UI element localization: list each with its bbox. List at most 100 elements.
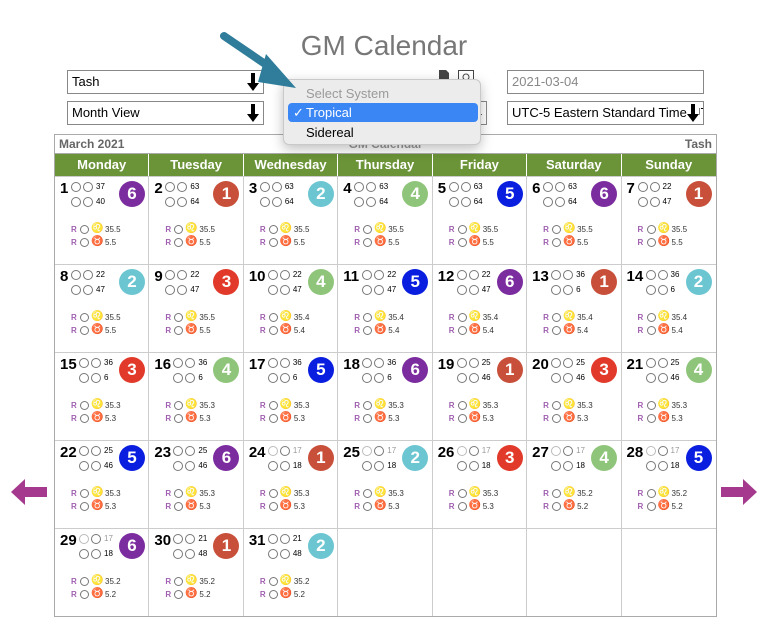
circle-icon <box>173 549 184 559</box>
circle-icon <box>80 414 89 423</box>
date-input[interactable]: 2021-03-04 <box>507 70 704 94</box>
calendar-week-row: 1 37 40 6 R ♌ 35.5 R ♉ 5.5 2 63 64 1 R ♌ 35.5 R ♉ 5.5 3 63 64 2… <box>55 176 716 264</box>
circle-icon <box>80 313 89 322</box>
timezone-select[interactable]: UTC-5 Eastern Standard Time(UTC <box>507 101 704 125</box>
day-cell[interactable]: 18 36 6 6 R ♌ 35.3 R ♉ 5.3 <box>338 353 433 440</box>
day-cell[interactable]: 19 25 46 1 R ♌ 35.3 R ♉ 5.3 <box>433 353 528 440</box>
retrograde-label: R <box>354 401 361 410</box>
retrograde-label: R <box>259 326 266 335</box>
retrograde-label: R <box>543 502 549 511</box>
prev-month-arrow-icon[interactable] <box>11 479 47 505</box>
next-month-arrow-icon[interactable] <box>721 479 757 505</box>
day-cell[interactable]: 2 63 64 1 R ♌ 35.5 R ♉ 5.5 <box>149 177 244 264</box>
day-cell[interactable]: 17 36 6 5 R ♌ 35.3 R ♉ 5.3 <box>244 353 339 440</box>
day-cell[interactable]: 20 25 46 3 R ♌ 35.3 R ♉ 5.3 <box>527 353 622 440</box>
day-cell[interactable]: 13 36 6 1 R ♌ 35.4 R ♉ 5.4 <box>527 265 622 352</box>
leo-glyph-icon: ♌ <box>185 487 198 498</box>
view-select[interactable]: Month View <box>67 101 264 125</box>
taurus-glyph-icon: ♉ <box>468 324 482 335</box>
value-b: 47 <box>662 197 672 206</box>
circle-icon <box>174 401 184 410</box>
day-cell[interactable]: 14 36 6 2 R ♌ 35.4 R ♉ 5.4 <box>622 265 716 352</box>
day-cell[interactable]: 1 37 40 6 R ♌ 35.5 R ♉ 5.5 <box>55 177 150 264</box>
retrograde-value: 35.3 <box>388 401 404 410</box>
day-cell[interactable]: 16 36 6 4 R ♌ 35.3 R ♉ 5.3 <box>149 353 244 440</box>
day-cell[interactable]: 5 63 64 5 R ♌ 35.5 R ♉ 5.5 <box>433 177 528 264</box>
retrograde-label: R <box>259 502 266 511</box>
day-cell[interactable]: 24 17 18 1 R ♌ 35.3 R ♉ 5.3 <box>244 441 339 528</box>
day-cell[interactable]: 25 17 18 2 R ♌ 35.3 R ♉ 5.3 <box>338 441 433 528</box>
retrograde-label: R <box>637 401 644 410</box>
day-cell[interactable]: 15 36 6 3 R ♌ 35.3 R ♉ 5.3 <box>55 353 150 440</box>
circle-cross-icon <box>185 461 196 471</box>
month-calendar: GM Calendar March 2021 Tash Monday Tuesd… <box>54 134 717 617</box>
retrograde-label: R <box>637 238 644 247</box>
value-b: 47 <box>292 285 302 294</box>
circle-cross-icon <box>555 197 566 207</box>
taurus-glyph-icon: ♉ <box>468 236 482 247</box>
day-cell[interactable]: 12 22 47 6 R ♌ 35.4 R ♉ 5.4 <box>433 265 528 352</box>
day-cell[interactable]: 6 63 64 6 R ♌ 35.5 R ♉ 5.5 <box>527 177 622 264</box>
value-a: 36 <box>576 270 586 279</box>
day-cell[interactable]: 23 25 46 6 R ♌ 35.3 R ♉ 5.3 <box>149 441 244 528</box>
day-number: 31 <box>248 532 266 549</box>
day-cell[interactable]: 10 22 47 4 R ♌ 35.4 R ♉ 5.4 <box>244 265 339 352</box>
day-number: 8 <box>60 268 69 285</box>
retrograde-label: R <box>637 326 644 335</box>
day-cell[interactable]: 28 17 18 5 R ♌ 35.2 R ♉ 5.2 <box>622 441 716 528</box>
circle-icon <box>552 414 562 423</box>
day-cell[interactable]: 11 22 47 5 R ♌ 35.4 R ♉ 5.4 <box>338 265 433 352</box>
value-b: 6 <box>198 373 203 382</box>
day-cell[interactable]: 31 21 48 2 R ♌ 35.2 R ♉ 5.2 <box>244 529 339 616</box>
leo-glyph-icon: ♌ <box>91 223 104 234</box>
leo-glyph-icon: ♌ <box>374 223 387 234</box>
circle-cross-icon <box>279 373 290 383</box>
retrograde-value: 5.3 <box>199 502 211 511</box>
retrograde-value: 5.4 <box>388 326 400 335</box>
circle-icon <box>279 446 290 456</box>
day-cell[interactable]: 3 63 64 2 R ♌ 35.5 R ♉ 5.5 <box>244 177 339 264</box>
day-cell[interactable]: 30 21 48 1 R ♌ 35.2 R ♉ 5.2 <box>149 529 244 616</box>
retrograde-value: 35.3 <box>388 489 404 498</box>
day-cell[interactable]: 26 17 18 3 R ♌ 35.3 R ♉ 5.3 <box>433 441 528 528</box>
circle-cross-icon <box>185 373 196 383</box>
taurus-glyph-icon: ♉ <box>91 236 104 247</box>
circle-icon <box>543 197 554 207</box>
circle-cross-icon <box>279 461 290 471</box>
circle-icon <box>267 461 278 471</box>
circle-icon <box>267 373 278 383</box>
retrograde-value: 35.4 <box>577 313 593 322</box>
value-b: 18 <box>104 549 113 558</box>
weekday-tuesday: Tuesday <box>149 154 244 176</box>
taurus-glyph-icon: ♉ <box>563 236 576 247</box>
day-cell[interactable]: 29 17 18 6 R ♌ 35.2 R ♉ 5.2 <box>55 529 150 616</box>
number-badge: 3 <box>213 269 240 295</box>
option-tropical[interactable]: ✓ Tropical <box>288 103 478 122</box>
day-cell[interactable]: 27 17 18 4 R ♌ 35.2 R ♉ 5.2 <box>527 441 622 528</box>
retrograde-value: 5.4 <box>293 326 305 335</box>
day-cell[interactable]: 8 22 47 2 R ♌ 35.5 R ♉ 5.5 <box>55 265 150 352</box>
day-cell[interactable]: 4 63 64 4 R ♌ 35.5 R ♉ 5.5 <box>338 177 433 264</box>
circle-icon <box>259 197 270 207</box>
number-badge: 2 <box>402 445 429 471</box>
circle-icon <box>646 238 656 247</box>
circle-cross-icon <box>279 549 290 559</box>
day-cell[interactable]: 9 22 47 3 R ♌ 35.5 R ♉ 5.5 <box>149 265 244 352</box>
circle-icon <box>363 502 373 511</box>
number-badge: 6 <box>402 357 429 383</box>
circle-icon <box>268 313 278 322</box>
value-a: 17 <box>292 446 302 455</box>
retrograde-label: R <box>259 577 266 586</box>
option-sidereal[interactable]: Sidereal <box>288 123 478 142</box>
day-cell[interactable]: 21 25 46 4 R ♌ 35.3 R ♉ 5.3 <box>622 353 716 440</box>
retrograde-label: R <box>259 313 266 322</box>
empty-day-cell <box>433 529 528 616</box>
circle-cross-icon <box>468 373 479 383</box>
day-cell[interactable]: 7 22 47 1 R ♌ 35.5 R ♉ 5.5 <box>622 177 716 264</box>
circle-icon <box>552 326 562 335</box>
taurus-glyph-icon: ♉ <box>374 324 387 335</box>
leo-glyph-icon: ♌ <box>185 399 198 410</box>
circle-icon <box>645 358 656 368</box>
leo-glyph-icon: ♌ <box>374 487 387 498</box>
day-cell[interactable]: 22 25 46 5 R ♌ 35.3 R ♉ 5.3 <box>55 441 150 528</box>
